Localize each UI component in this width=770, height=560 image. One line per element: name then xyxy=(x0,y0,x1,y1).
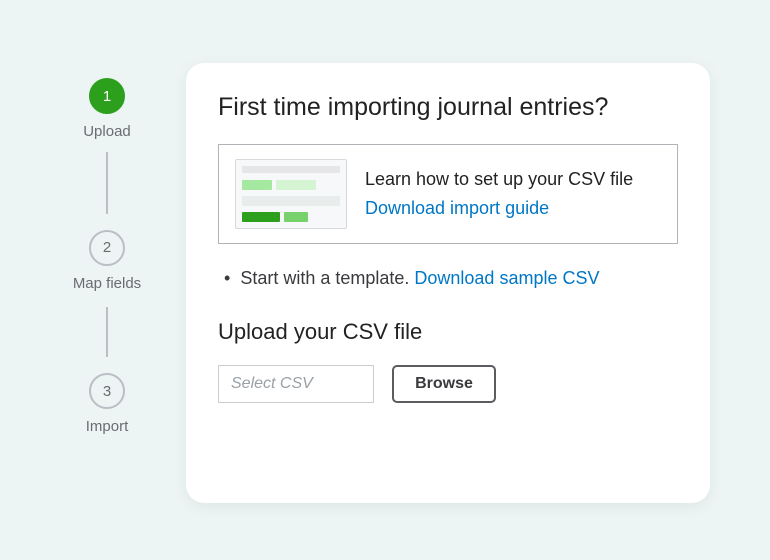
card-heading: First time importing journal entries? xyxy=(218,93,678,122)
download-guide-link[interactable]: Download import guide xyxy=(365,198,633,219)
template-text: Start with a template. Download sample C… xyxy=(240,268,599,289)
guide-box: Learn how to set up your CSV file Downlo… xyxy=(218,144,678,244)
step-2[interactable]: 2 Map fields xyxy=(73,230,141,294)
step-3-label: Import xyxy=(86,417,129,437)
import-card: First time importing journal entries? Le… xyxy=(186,63,710,503)
guide-title: Learn how to set up your CSV file xyxy=(365,169,633,190)
upload-heading: Upload your CSV file xyxy=(218,319,678,345)
step-1[interactable]: 1 Upload xyxy=(83,78,131,142)
step-2-label: Map fields xyxy=(73,274,141,294)
step-1-circle: 1 xyxy=(89,78,125,114)
step-1-label: Upload xyxy=(83,122,131,142)
stepper: 1 Upload 2 Map fields 3 Import xyxy=(72,78,142,437)
step-connector xyxy=(106,152,108,214)
step-3-circle: 3 xyxy=(89,373,125,409)
bullet-icon: • xyxy=(224,269,230,287)
guide-text: Learn how to set up your CSV file Downlo… xyxy=(365,169,633,219)
step-connector xyxy=(106,307,108,357)
upload-row: Browse xyxy=(218,365,678,403)
browse-button[interactable]: Browse xyxy=(392,365,496,403)
download-sample-link[interactable]: Download sample CSV xyxy=(414,268,599,288)
template-prefix: Start with a template. xyxy=(240,268,414,288)
guide-thumbnail xyxy=(235,159,347,229)
template-row: • Start with a template. Download sample… xyxy=(218,268,678,289)
step-2-circle: 2 xyxy=(89,230,125,266)
step-3[interactable]: 3 Import xyxy=(86,373,129,437)
file-input[interactable] xyxy=(218,365,374,403)
